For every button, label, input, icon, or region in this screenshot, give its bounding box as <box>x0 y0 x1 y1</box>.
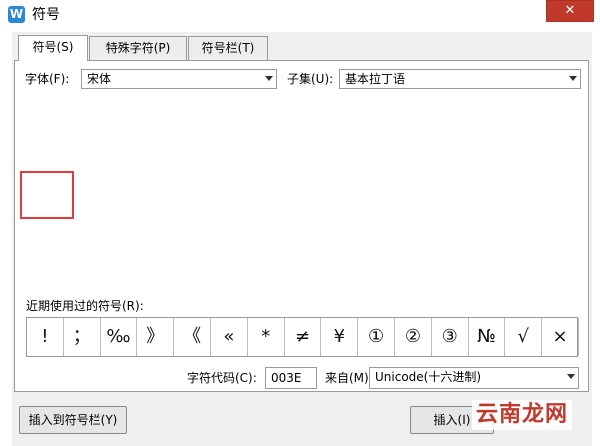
tab-symbols[interactable]: 符号(S) <box>18 35 88 61</box>
recent-symbol-cell[interactable]: × <box>542 318 579 356</box>
recent-symbol-cell[interactable]: ‰ <box>101 318 138 356</box>
recent-symbols-row: !； ‰ 》《 «* ≠ ¥ ① ② ③ № √ × <box>26 317 579 357</box>
subset-select[interactable]: 基本拉丁语 <box>339 69 581 89</box>
font-select[interactable]: 宋体 <box>81 69 277 89</box>
recent-symbol-cell[interactable]: ¥ <box>321 318 359 356</box>
font-select-value: 宋体 <box>87 72 112 86</box>
close-button[interactable]: ✕ <box>546 0 594 22</box>
tab-special-chars[interactable]: 特殊字符(P) <box>89 36 187 60</box>
recent-symbol-cell[interactable]: 《 <box>174 318 211 356</box>
from-label: 来自(M) <box>325 371 369 385</box>
chevron-down-icon <box>567 374 575 379</box>
insert-to-symbol-bar-button[interactable]: 插入到符号栏(Y) <box>19 406 127 434</box>
subset-label: 子集(U): <box>287 72 334 86</box>
wps-app-icon: W <box>8 6 25 23</box>
recent-symbol-cell[interactable]: ② <box>395 318 432 356</box>
char-code-input[interactable]: 003E <box>265 367 317 389</box>
encoding-select[interactable]: Unicode(十六进制) <box>369 367 579 389</box>
recent-symbol-cell[interactable]: ① <box>358 318 395 356</box>
recent-symbol-cell[interactable]: ! <box>27 318 64 356</box>
recent-symbol-cell[interactable]: № <box>469 318 506 356</box>
recent-symbol-cell[interactable]: ≠ <box>285 318 322 356</box>
recent-symbol-cell[interactable]: √ <box>505 318 543 356</box>
recent-symbol-cell[interactable]: « <box>211 318 248 356</box>
char-code-label: 字符代码(C): <box>187 371 257 385</box>
selection-highlight-frame <box>20 171 74 219</box>
encoding-select-value: Unicode(十六进制) <box>375 370 482 384</box>
dialog-title: 符号 <box>32 7 60 23</box>
recent-symbol-cell[interactable]: 》 <box>137 318 175 356</box>
chevron-down-icon <box>265 76 273 81</box>
font-label: 字体(F): <box>25 72 70 86</box>
recent-symbol-cell[interactable]: ③ <box>432 318 469 356</box>
recent-symbols-label: 近期使用过的符号(R): <box>26 299 144 313</box>
title-bar: W 符号 ✕ <box>0 0 600 32</box>
watermark-logo: 云南龙网 <box>472 400 573 430</box>
subset-select-value: 基本拉丁语 <box>345 72 406 86</box>
chevron-down-icon <box>569 76 577 81</box>
recent-symbol-cell[interactable]: * <box>248 318 285 356</box>
tab-symbol-bar[interactable]: 符号栏(T) <box>188 36 268 60</box>
recent-symbol-cell[interactable]: ； <box>64 318 101 356</box>
dialog-body: 符号(S) 特殊字符(P) 符号栏(T) 字体(F): 宋体 子集(U): 基本… <box>12 32 592 446</box>
